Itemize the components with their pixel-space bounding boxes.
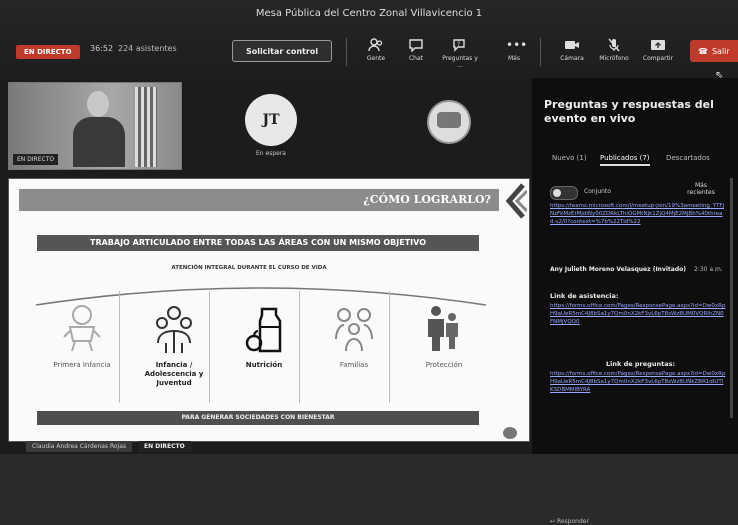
slide-item-label: Primera Infancia (53, 361, 111, 369)
slide-item: Primera Infancia (39, 297, 125, 403)
qa-scrollbar[interactable] (730, 178, 733, 418)
slide-item: Nutrición (221, 297, 307, 403)
camera-off-icon (564, 38, 580, 52)
questions-link-label: Link de preguntas: (606, 360, 676, 368)
slide-item-label: Familias (339, 361, 369, 369)
people-label: Gente (366, 55, 386, 62)
more-button[interactable]: ••• Más (494, 38, 534, 62)
participant-avatar-photo[interactable] (427, 100, 471, 144)
video-live-badge: EN DIRECTO (13, 154, 59, 165)
shared-slide: ¿CÓMO LOGRARLO? TRABAJO ARTICULADO ENTRE… (8, 178, 530, 442)
chat-button[interactable]: Chat (396, 38, 436, 62)
attendance-link-label: Link de asistencia: (550, 292, 619, 300)
presenter-name-tag: Claudia Andrea Cárdenas Rojas (26, 441, 133, 452)
camera-label: Cámara (560, 55, 584, 62)
request-control-button[interactable]: Solicitar control (232, 40, 332, 62)
slide-subtitle: ATENCIÓN INTEGRAL DURANTE EL CURSO DE VI… (171, 265, 327, 271)
microphone-button[interactable]: Micrófono (594, 38, 634, 62)
chevron-left-icon (505, 183, 527, 219)
qa-author: Any Julieth Moreno Velasquez (Invitado) (550, 266, 687, 273)
meeting-link[interactable]: https://teams.microsoft.com/l/meetup-joi… (550, 202, 726, 226)
nutrition-icon (245, 307, 282, 353)
tab-new[interactable]: Nuevo (1) (552, 154, 587, 162)
slide-logo-icon (503, 427, 517, 439)
live-badge: EN DIRECTO (16, 45, 80, 59)
microphone-label: Micrófono (599, 55, 629, 62)
chat-label: Chat (408, 55, 424, 62)
slide-item: Familias (311, 297, 397, 403)
leave-label: Salir (711, 46, 730, 56)
tab-published[interactable]: Publicados (7) (600, 154, 650, 166)
share-icon (650, 38, 666, 52)
slide-item: Protección (401, 297, 487, 403)
attendee-count: 224 asistentes (118, 44, 177, 53)
sort-dropdown[interactable]: Más recientes (682, 182, 720, 196)
toolbar-divider (540, 38, 541, 66)
svg-text:?: ? (457, 41, 460, 48)
presenter-body (73, 117, 125, 167)
qa-panel-title: Preguntas y respuestas del evento en viv… (544, 98, 714, 125)
toolbar-divider (346, 38, 347, 66)
qa-label: Preguntas y ... (442, 55, 478, 69)
share-label: Compartir (642, 55, 674, 62)
reply-label: Responder (556, 518, 589, 525)
slide-band: TRABAJO ARTICULADO ENTRE TODAS LAS ÁREAS… (37, 235, 479, 251)
reply-icon: ↩ (550, 518, 556, 525)
meeting-timer: 36:52 (90, 44, 114, 53)
participant-status: En espera (256, 150, 286, 157)
participant-avatar[interactable]: JT (245, 94, 297, 146)
slide-item: Infancia / Adolescencia y Juventud (131, 297, 217, 403)
slide-item-label: Protección (425, 361, 463, 369)
slide-header: ¿CÓMO LOGRARLO? (19, 189, 499, 211)
camera-button[interactable]: Cámara (552, 38, 592, 62)
share-button[interactable]: Compartir (638, 38, 678, 62)
presenter-live-badge: EN DIRECTO (138, 441, 191, 452)
flag-image (135, 87, 157, 167)
presenter-video-tile[interactable]: EN DIRECTO (8, 82, 182, 170)
mic-off-icon (606, 38, 622, 52)
reply-button[interactable]: ↩ Responder (550, 518, 589, 525)
qa-panel: Preguntas y respuestas del evento en viv… (532, 78, 738, 525)
slide-item-label: Infancia / Adolescencia y Juventud (144, 361, 204, 387)
more-icon: ••• (506, 38, 528, 52)
questions-link[interactable]: https://forms.office.com/Pages/ResponseP… (550, 370, 726, 394)
meeting-topbar: Mesa Pública del Centro Zonal Villavicen… (0, 0, 738, 81)
toggle-label: Conjunto (584, 188, 611, 195)
more-label: Más (508, 55, 520, 62)
chat-icon (408, 38, 424, 53)
presenter-head (87, 91, 109, 117)
people-button[interactable]: Gente (356, 38, 396, 62)
slide-item-label: Nutrición (245, 361, 283, 369)
youth-group-icon (156, 306, 192, 353)
leave-button[interactable]: ☎ Salir (690, 40, 738, 62)
phone-hangup-icon: ☎ (698, 46, 708, 56)
qa-timestamp: 2:30 a.m. (694, 266, 723, 273)
conjunto-toggle[interactable] (550, 186, 578, 200)
attendance-link[interactable]: https://forms.office.com/Pages/ResponseP… (550, 302, 726, 326)
slide-footer: PARA GENERAR SOCIEDADES CON BIENESTAR (37, 411, 479, 425)
baby-icon (63, 305, 101, 352)
qa-icon: ? (452, 38, 468, 52)
tab-dismissed[interactable]: Descartados (666, 154, 710, 162)
window-title: Mesa Pública del Centro Zonal Villavicen… (255, 8, 483, 19)
family-icon (335, 308, 373, 352)
people-icon (368, 38, 384, 52)
protection-icon (428, 306, 458, 351)
slide-icons-row: Primera Infancia Infancia / Adolescencia… (39, 297, 499, 407)
qa-button[interactable]: ? Preguntas y ... (440, 38, 480, 69)
